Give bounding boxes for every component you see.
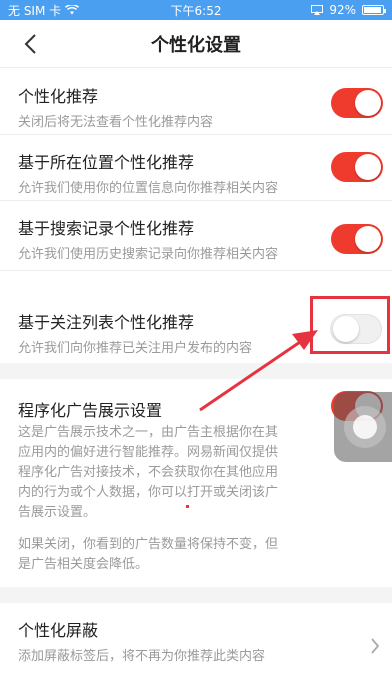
setting-personalized-block[interactable]: 个性化屏蔽 添加屏蔽标签后，将不再为你推荐此类内容 <box>0 603 392 680</box>
setting-desc: 允许我们向你推荐已关注用户发布的内容 <box>18 341 253 356</box>
ad-desc-line: 内的行为或个人数据，你可以打开或关闭该广 <box>18 485 279 500</box>
setting-desc: 允许我们使用你的位置信息向你推荐相关内容 <box>18 181 279 196</box>
toggle-search-history-recommend[interactable] <box>331 224 383 254</box>
carrier-label: 无 SIM 卡 <box>8 3 62 18</box>
setting-desc: 关闭后将无法查看个性化推荐内容 <box>18 115 214 130</box>
setting-title: 基于关注列表个性化推荐 <box>18 313 195 332</box>
ad-note-line: 如果关闭，你看到的广告数量将保持不变，但 <box>18 537 279 552</box>
block-title: 个性化屏蔽 <box>18 621 99 640</box>
setting-personalized-recommend: 个性化推荐 关闭后将无法查看个性化推荐内容 <box>0 69 392 135</box>
ad-note-line: 是广告相关度会降低。 <box>18 557 149 572</box>
ad-desc-line: 程序化广告对接技术，不会获取你在其他应用 <box>18 465 279 480</box>
setting-title: 基于所在位置个性化推荐 <box>18 153 195 172</box>
setting-title: 基于搜索记录个性化推荐 <box>18 219 195 238</box>
chevron-right-icon <box>371 638 380 654</box>
wifi-icon <box>65 5 80 15</box>
setting-search-history-recommend: 基于搜索记录个性化推荐 允许我们使用历史搜索记录向你推荐相关内容 <box>0 201 392 271</box>
setting-title: 个性化推荐 <box>18 87 99 106</box>
section-divider <box>0 363 392 379</box>
ad-desc-line: 应用内的偏好进行智能推荐。网易新闻仅提供 <box>18 445 279 460</box>
ad-settings-desc: 这是广告展示技术之一，由广告主根据你在其 应用内的偏好进行智能推荐。网易新闻仅提… <box>18 423 348 523</box>
annotation-highlight-box <box>310 296 390 354</box>
battery-icon <box>362 5 386 15</box>
battery-fill <box>364 7 381 13</box>
status-right: 92% <box>311 3 386 17</box>
setting-desc: 允许我们使用历史搜索记录向你推荐相关内容 <box>18 247 279 262</box>
toggle-location-recommend[interactable] <box>331 152 383 182</box>
block-desc: 添加屏蔽标签后，将不再为你推荐此类内容 <box>18 649 266 664</box>
ad-desc-line: 告展示设置。 <box>18 505 97 520</box>
ad-desc-line: 这是广告展示技术之一，由广告主根据你在其 <box>18 425 279 440</box>
chevron-left-icon <box>24 34 36 54</box>
battery-percent: 92% <box>329 3 356 17</box>
section-divider <box>0 587 392 603</box>
setting-location-recommend: 基于所在位置个性化推荐 允许我们使用你的位置信息向你推荐相关内容 <box>0 135 392 201</box>
assistive-touch-button[interactable] <box>334 392 392 462</box>
ad-settings-title: 程序化广告展示设置 <box>18 401 163 420</box>
screen-mirror-icon <box>311 5 324 15</box>
back-button[interactable] <box>14 28 46 60</box>
annotation-dot <box>186 505 189 508</box>
assistive-touch-icon <box>344 406 386 448</box>
nav-bar: 个性化设置 <box>0 20 392 68</box>
ad-settings-note: 如果关闭，你看到的广告数量将保持不变，但 是广告相关度会降低。 <box>18 535 348 575</box>
status-left: 无 SIM 卡 <box>8 2 80 19</box>
page-title: 个性化设置 <box>151 34 241 56</box>
status-bar: 无 SIM 卡 下午6:52 92% <box>0 0 392 20</box>
toggle-personalized-recommend[interactable] <box>331 88 383 118</box>
